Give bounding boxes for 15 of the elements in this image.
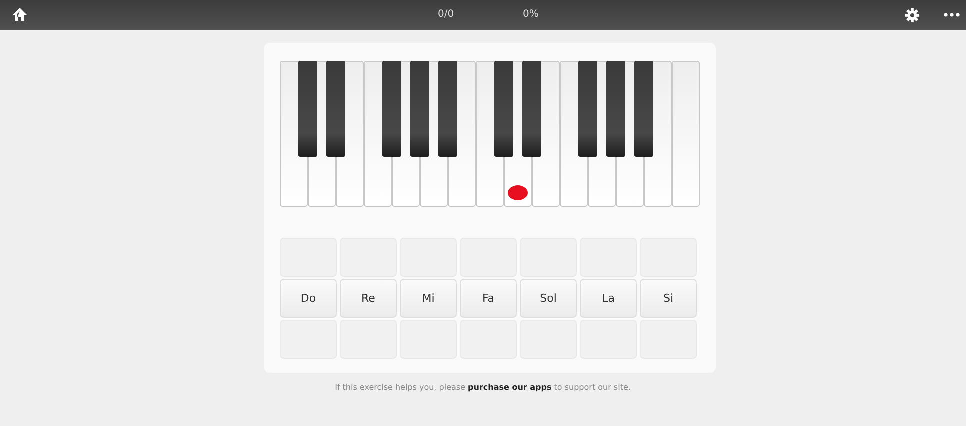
- home-icon[interactable]: [12, 7, 28, 23]
- note-button[interactable]: Do: [280, 279, 337, 318]
- purchase-link[interactable]: purchase our apps: [468, 383, 552, 392]
- note-button[interactable]: Re: [340, 279, 397, 318]
- note-button[interactable]: La: [580, 279, 637, 318]
- note-button[interactable]: Mi: [400, 279, 457, 318]
- note-button[interactable]: Si: [640, 279, 697, 318]
- note-button[interactable]: Sol: [520, 279, 577, 318]
- piano-keyboard-drawing[interactable]: [280, 61, 700, 207]
- score-counter: 0/0: [438, 9, 454, 20]
- note-button[interactable]: Fa: [460, 279, 517, 318]
- more-icon[interactable]: [944, 13, 960, 17]
- support-message: If this exercise helps you, please purchase our apps to support our site.: [334, 383, 632, 392]
- settings-icon[interactable]: [905, 8, 920, 23]
- percent-score: 0%: [523, 9, 539, 20]
